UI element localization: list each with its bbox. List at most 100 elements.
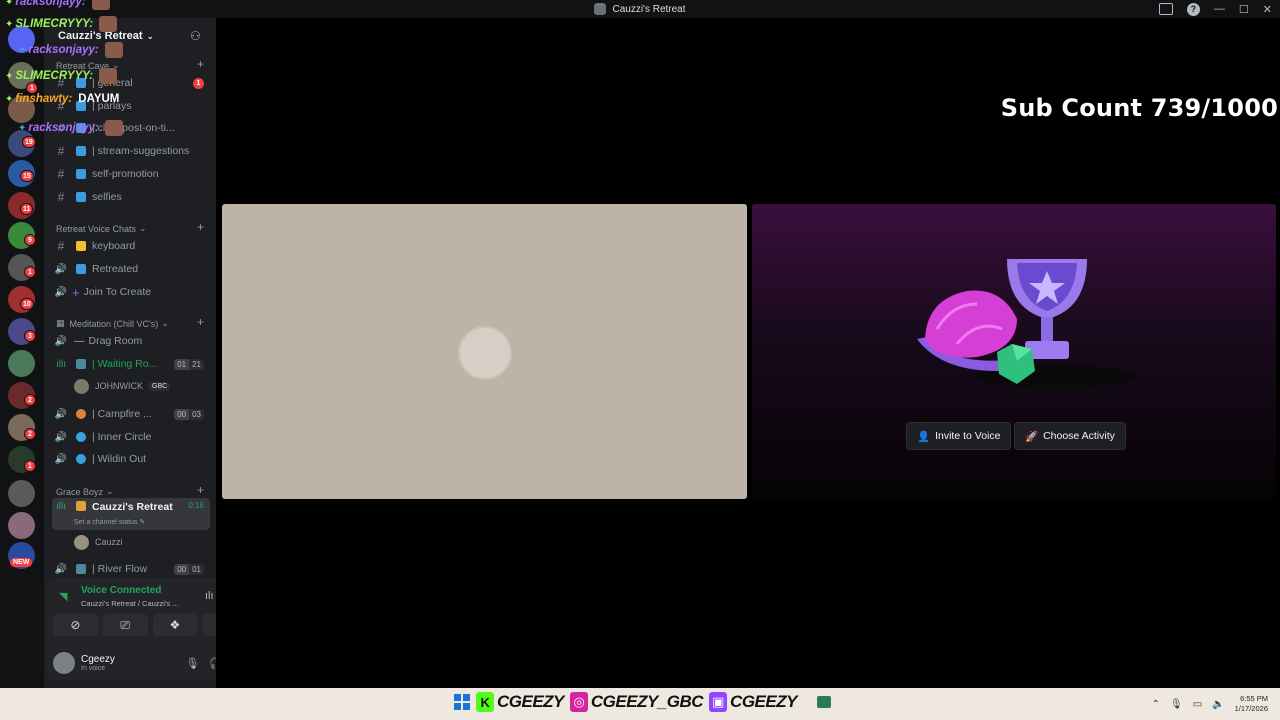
camera-toggle-button[interactable]: ⊘ — [53, 614, 98, 636]
voice-status-subtitle[interactable]: Cauzzi's Retreat / Cauzzi's ... — [81, 599, 178, 608]
channel-status[interactable]: Set a channel status ✎ — [74, 518, 145, 526]
chat-user: finshawty: — [15, 93, 73, 105]
invite-to-voice-button[interactable]: 👤 Invite to Voice — [906, 422, 1012, 450]
voice-member[interactable]: JOHNWICK GBC — [74, 377, 171, 395]
avatar — [74, 534, 89, 550]
channel-stream-suggestions[interactable]: # | stream-suggestions — [52, 141, 210, 161]
server-tag: GBC — [149, 381, 171, 391]
participant-tile[interactable] — [222, 204, 747, 499]
unread-badge: 10 — [20, 298, 34, 310]
create-channel-icon[interactable]: + — [197, 315, 204, 329]
invite-people-icon[interactable]: ⚇ — [190, 29, 204, 43]
user-limit-count: 00 01 — [174, 563, 204, 575]
volume-icon[interactable]: 🔈 — [1212, 699, 1224, 710]
channel-label: selfies — [92, 191, 122, 203]
fire-icon — [76, 409, 86, 419]
hash-icon: # — [57, 167, 65, 181]
server-icon[interactable] — [8, 480, 35, 507]
inbox-icon[interactable] — [1158, 3, 1173, 15]
add-user-icon: 👤 — [917, 430, 931, 443]
category-voice[interactable]: Retreat Voice Chats ⌄ — [56, 223, 147, 234]
channel-selfies[interactable]: # selfies — [52, 187, 210, 207]
channel-status-text: Set a channel status — [74, 519, 138, 526]
noise-suppression-icon[interactable]: ılı — [205, 590, 214, 602]
close-button[interactable]: ✕ — [1263, 3, 1272, 16]
chat-message: ✦ SLIMECRYYY: — [5, 68, 118, 84]
server-rail: 1 19 15 11 9 1 10 3 2 2 1 NEW — [0, 18, 44, 688]
minimize-button[interactable]: — — [1214, 3, 1225, 15]
voice-member[interactable]: Cauzzi — [74, 533, 123, 551]
new-badge: NEW — [10, 558, 33, 567]
invite-label: Invite to Voice — [935, 430, 1001, 442]
clock[interactable]: 6:55 PM 1/17/2026 — [1235, 694, 1268, 714]
microphone-icon[interactable]: 🎙 — [185, 657, 199, 670]
display-icon[interactable]: ▭ — [1193, 699, 1202, 710]
channel-wildin-out[interactable]: 🔊 | Wildin Out — [52, 449, 210, 469]
activities-button[interactable]: ❖ — [152, 614, 198, 636]
trophy-illustration-icon — [917, 259, 1137, 389]
speaker-icon: 🔊 — [54, 263, 68, 275]
server-favicon-icon — [594, 3, 607, 15]
category-label: Meditation (Chill VC's) — [69, 318, 159, 329]
user-avatar[interactable] — [53, 652, 75, 674]
screen-share-icon: ⎚ — [120, 617, 130, 632]
channel-campfire[interactable]: 🔊 | Campfire ... 00 03 — [52, 404, 210, 424]
channel-label: Retreated — [92, 263, 139, 275]
category-grace-boyz[interactable]: Grace Boyz ⌄ — [56, 486, 114, 497]
terminal-app-icon[interactable] — [816, 696, 831, 708]
category-label: Retreat Voice Chats — [56, 223, 137, 234]
create-channel-icon[interactable]: + — [197, 57, 204, 71]
server-icon[interactable] — [8, 350, 35, 377]
channel-retreated[interactable]: 🔊 Retreated — [52, 259, 210, 279]
voice-activity-icon: ıllı — [56, 501, 66, 512]
chat-message: ✦ racksonjayy: — [18, 42, 123, 58]
microphone-tray-icon[interactable]: 🎙 — [1170, 699, 1183, 710]
unread-badge: 1 — [24, 460, 36, 472]
channel-label: | Inner Circle — [92, 431, 152, 443]
emote-icon — [99, 16, 118, 32]
channel-self-promotion[interactable]: # self-promotion — [52, 164, 210, 184]
channel-inner-circle[interactable]: 🔊 | Inner Circle — [52, 427, 210, 447]
windows-start-icon[interactable] — [454, 694, 470, 710]
create-channel-icon[interactable]: + — [197, 220, 204, 234]
channel-label: | Waiting Ro... — [92, 358, 158, 370]
channel-emoji-icon — [76, 146, 86, 156]
participant-avatar — [458, 326, 512, 380]
chat-message: ✦ racksonjayy: — [5, 0, 110, 10]
mention-badge: 1 — [193, 77, 204, 89]
channel-join-to-create[interactable]: 🔊 + Join To Create — [52, 282, 210, 302]
channel-emoji-icon — [76, 264, 86, 274]
kick-icon: K — [476, 692, 494, 712]
maximize-button[interactable]: ☐ — [1239, 3, 1249, 16]
avatar — [74, 378, 89, 394]
instagram-handle: ◎ CGEEZY_GBC — [569, 692, 704, 712]
clock-time: 6:55 PM — [1240, 694, 1268, 703]
chevron-up-icon[interactable]: ⌃ — [1152, 699, 1160, 710]
emote-icon — [104, 120, 123, 136]
choose-activity-button[interactable]: 🚀 Choose Activity — [1014, 422, 1126, 450]
screen-share-button[interactable]: ⎚ — [102, 614, 148, 636]
chat-user: racksonjayy: — [28, 44, 99, 56]
help-icon[interactable]: ? — [1186, 2, 1200, 16]
twitch-handle: ▣ CGEEZY — [709, 692, 797, 712]
category-meditation[interactable]: ▦ Meditation (Chill VC's) ⌄ — [56, 318, 169, 329]
channel-label: | Wildin Out — [92, 453, 147, 465]
channel-river-flow[interactable]: 🔊 | River Flow 00 01 — [52, 559, 210, 579]
channel-keyboard[interactable]: # keyboard — [52, 236, 210, 256]
instagram-icon: ◎ — [569, 692, 588, 712]
chevron-down-icon: ⌄ — [139, 223, 147, 233]
speaker-icon: 🔊 — [54, 408, 68, 420]
chat-message: ✦ SLIMECRYYY: — [5, 16, 118, 32]
member-name: JOHNWICK — [95, 381, 143, 391]
create-channel-icon[interactable]: + — [197, 483, 204, 497]
channel-waiting-room[interactable]: ıllı | Waiting Ro... 01 21 — [52, 354, 210, 374]
server-icon[interactable] — [8, 512, 35, 539]
system-tray: ⌃ 🎙 ▭ 🔈 6:55 PM 1/17/2026 — [1152, 694, 1268, 714]
chat-message: ✦ racksonjayy: — [18, 120, 123, 136]
dash-icon: — — [74, 335, 85, 347]
sparkle-icon: ✦ — [5, 70, 14, 82]
channel-drag-room[interactable]: 🔊 — Drag Room — [52, 331, 210, 351]
rocket-icon: 🚀 — [1025, 430, 1039, 443]
droplet-icon — [76, 454, 86, 464]
emote-icon — [104, 42, 123, 58]
